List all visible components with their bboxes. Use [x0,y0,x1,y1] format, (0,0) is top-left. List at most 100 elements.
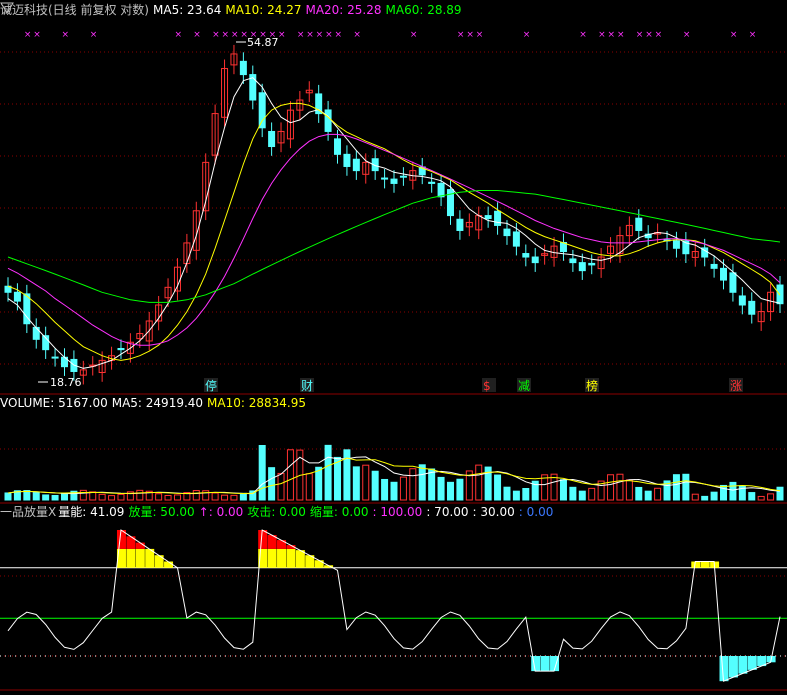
star-marker-icon: × [636,30,644,40]
star-marker-icon: × [278,30,286,40]
energy-bar-yellow [295,550,305,568]
event-marker: 停 [205,378,217,393]
energy-spacer [315,568,324,656]
volume-bar-up [475,464,483,501]
volume-bar-up [155,493,163,501]
volume-bar-up [588,487,596,501]
energy-bar-negative [747,656,757,670]
star-marker-icon: × [466,30,474,40]
volume-bar-down [371,470,379,501]
volume-bar-down [503,486,511,501]
candle-down [324,109,332,132]
volume-bar-up [108,495,116,501]
volume-bar-up [757,495,765,501]
volume-bar-up [192,490,200,501]
star-marker-icon: × [579,30,587,40]
event-marker: $ [483,379,491,393]
volume-bar-down [446,481,454,501]
volume-bar-down [522,487,530,501]
volume-bar-down [635,486,643,501]
star-marker-icon: × [61,30,69,40]
energy-spacer [258,568,267,656]
energy-spacer [164,568,173,656]
energy-spacer [286,568,295,656]
volume-bar-down [343,449,351,501]
energy-bar-yellow [700,561,710,568]
energy-spacer [296,568,305,656]
energy-spacer [268,568,277,656]
star-marker-icon: × [90,30,98,40]
candle-down [428,181,436,184]
candle-down [569,258,577,264]
star-marker-icon: × [212,30,220,40]
ma-lines-layer [7,77,781,369]
energy-bar-negative [540,656,550,672]
volume-bar-down [390,481,398,501]
candle-down [258,92,266,129]
volume-bar-down [268,467,276,501]
volume-bar-down [437,476,445,501]
volume-bar-up [625,479,633,501]
energy-bar-red [258,530,268,549]
candle-down [268,130,276,148]
candle-down [494,210,502,226]
volume-bar-down [682,473,690,501]
volume-bar-up [616,473,624,501]
candle-down [588,262,596,266]
candle-down [578,262,586,272]
volume-bar-down [258,445,266,501]
volume-bar-down [334,456,342,501]
energy-bar-red [135,542,145,549]
volume-bar-up [399,476,407,501]
star-marker-icon: × [325,30,333,40]
volume-bar-up [136,489,144,501]
star-marker-row: × × × × × × × × × × × × × × × × × × × × × × × × × × × × × × × × × × × [24,30,756,40]
ma60-line [7,190,781,303]
volume-bar-up [211,492,219,501]
chart-canvas[interactable]: × × × × × × × × × × × × × × × × × × × × × × × × × × × × × × × × × × × 停 财 $ 减… [0,0,787,695]
energy-spacer [126,568,135,656]
energy-spacer [277,568,286,656]
volume-bar-up [98,493,106,501]
candles-layer [4,44,784,385]
star-marker-icon: × [683,30,691,40]
ma10-line [7,102,781,361]
volume-bar-up [277,472,285,501]
volume-bar-up [691,493,699,501]
star-marker-icon: × [608,30,616,40]
candle-down [720,267,728,281]
star-marker-icon: × [645,30,653,40]
star-marker-icon: × [306,30,314,40]
star-marker-icon: × [222,30,230,40]
volume-bar-down [381,478,389,501]
volume-bars-layer [4,444,784,501]
event-marker: 减 [518,379,530,393]
volume-bar-up [305,473,313,501]
volume-bar-up [607,474,615,501]
energy-spacer [155,568,164,656]
star-marker-icon: × [749,30,757,40]
candle-down [117,348,125,351]
volume-bar-down [494,474,502,501]
candle-down [512,231,520,247]
star-marker-icon: × [193,30,201,40]
star-marker-icon: × [297,30,305,40]
candle-down [484,215,492,220]
star-marker-icon: × [231,30,239,40]
candle-down [738,295,746,306]
candle-down [352,158,360,172]
volume-bar-down [701,495,709,501]
volume-bar-down [239,492,247,501]
candle-down [437,182,445,198]
volume-bar-down [4,492,12,501]
volume-bar-down [578,490,586,501]
star-marker-icon: × [598,30,606,40]
energy-bar-yellow [126,548,136,568]
volume-bar-up [409,468,417,501]
volume-bar-up [286,449,294,501]
candle-down [748,300,756,315]
volume-bar-down [352,466,360,501]
candle-down [710,263,718,269]
stock-chart-window: 诚迈科技(日线 前复权 对数) MA5: 23.64 MA10: 24.27 MA20… [0,0,787,695]
energy-bar-red [277,540,287,549]
